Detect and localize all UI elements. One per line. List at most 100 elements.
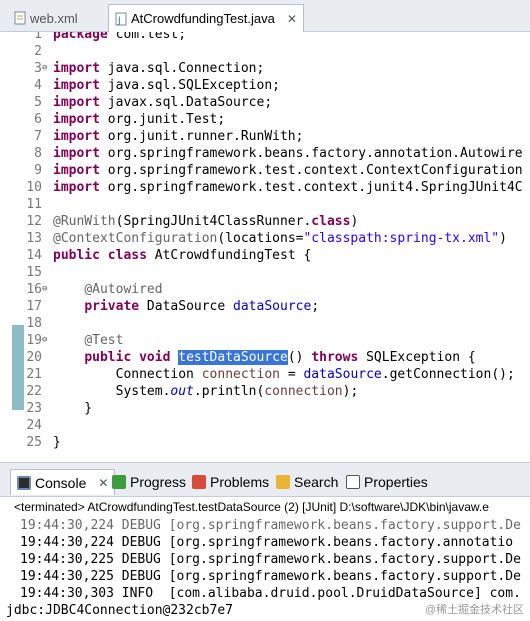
code-line[interactable]: 9 import org.springframework.test.context… <box>0 162 530 179</box>
line-number: 24 <box>26 418 42 433</box>
tab-progress[interactable]: Progress <box>112 469 186 495</box>
line-number: 6 <box>34 112 42 127</box>
console-status: <terminated> AtCrowdfundingTest.testData… <box>14 500 489 514</box>
line-number: 19 <box>26 333 42 348</box>
line-number: 16 <box>26 282 42 297</box>
code-line[interactable]: 15 <box>0 264 530 281</box>
code-line[interactable]: 18 <box>0 315 530 332</box>
code-text: package com.test; <box>53 32 187 42</box>
close-icon[interactable]: ✕ <box>98 476 108 490</box>
code-line[interactable]: 10 import org.springframework.test.contex… <box>0 179 530 196</box>
fold-icon[interactable]: ⊖ <box>42 332 47 349</box>
code-line[interactable]: 20 public void testDataSource() throws S… <box>0 349 530 366</box>
code-text: @Test <box>84 333 124 348</box>
line-number: 18 <box>26 316 42 331</box>
line-number: 11 <box>26 197 42 212</box>
code-text: @RunWith(SpringJUnit4ClassRunner.class) <box>53 214 359 229</box>
line-number: 17 <box>26 299 42 314</box>
console-view: Console ✕ Progress Problems Search Prope… <box>0 462 530 621</box>
tab-atcrowdfundingtest-java[interactable]: J AtCrowdfundingTest.java ✕ <box>108 4 304 32</box>
console-icon <box>17 475 31 490</box>
code-line[interactable]: 23 } <box>0 400 530 417</box>
tab-label: Console <box>35 474 87 491</box>
tab-problems[interactable]: Problems <box>192 469 269 495</box>
console-line: 19:44:30,225 DEBUG [org.springframework.… <box>20 552 521 567</box>
search-icon <box>276 475 290 489</box>
line-number: 9 <box>34 163 42 178</box>
line-number: 25 <box>26 435 42 450</box>
code-line[interactable]: 6 import org.junit.Test; <box>0 111 530 128</box>
code-line[interactable]: 8 import org.springframework.beans.factor… <box>0 145 530 162</box>
code-text: import org.junit.runner.RunWith; <box>53 129 304 144</box>
code-line[interactable]: 12 @RunWith(SpringJUnit4ClassRunner.class… <box>0 213 530 230</box>
code-line[interactable]: 17 private DataSource dataSource; <box>0 298 530 315</box>
code-text: } <box>53 401 93 416</box>
problems-icon <box>192 475 206 489</box>
code-line[interactable]: 22 System.out.println(connection); <box>0 383 530 400</box>
code-text: Connection connection = dataSource.getCo… <box>53 367 515 382</box>
fold-icon[interactable]: ⊖ <box>42 281 47 298</box>
line-number: 12 <box>26 214 42 229</box>
line-number: 13 <box>26 231 42 246</box>
tab-label: Properties <box>364 474 428 490</box>
tab-label: Problems <box>210 474 270 490</box>
tab-label: Search <box>294 474 339 490</box>
code-line[interactable]: 21 Connection connection = dataSource.ge… <box>0 366 530 383</box>
console-line: 19:44:30,224 DEBUG [org.springframework.… <box>20 535 514 550</box>
tab-search[interactable]: Search <box>276 469 338 495</box>
code-text: import org.springframework.test.context.… <box>53 180 523 195</box>
code-editor[interactable]: 1 package com.test; 2 3 ⊖ import java.sql.Con… <box>0 32 530 462</box>
close-icon[interactable]: ✕ <box>287 12 297 26</box>
xml-file-icon <box>14 11 26 25</box>
code-text: import java.sql.Connection; <box>53 61 265 76</box>
line-number: 21 <box>26 367 42 382</box>
tab-label: web.xml <box>30 10 78 26</box>
tab-label: AtCrowdfundingTest.java <box>131 11 275 26</box>
tab-console[interactable]: Console ✕ <box>10 469 116 495</box>
line-number: 7 <box>34 129 42 144</box>
code-text: import org.junit.Test; <box>53 112 226 127</box>
tab-web-xml[interactable]: web.xml <box>8 4 84 32</box>
line-number: 3 <box>34 61 42 76</box>
code-line[interactable]: 16 ⊖ @Autowired <box>0 281 530 298</box>
code-text: public class AtCrowdfundingTest { <box>53 248 312 263</box>
editor-tab-bar: web.xml J AtCrowdfundingTest.java ✕ <box>0 0 530 32</box>
code-text: System.out.println(connection); <box>53 384 359 399</box>
line-number: 4 <box>34 78 42 93</box>
code-line[interactable]: 7 import org.junit.runner.RunWith; <box>0 128 530 145</box>
java-file-icon: J <box>115 12 127 26</box>
line-number: 2 <box>34 44 42 59</box>
line-number: 5 <box>34 95 42 110</box>
console-line: 19:44:30,225 DEBUG [org.springframework.… <box>20 569 521 584</box>
code-text: import javax.sql.DataSource; <box>53 95 273 110</box>
line-number: 8 <box>34 146 42 161</box>
tab-properties[interactable]: Properties <box>346 469 428 495</box>
line-number: 20 <box>26 350 42 365</box>
code-line[interactable]: 13 @ContextConfiguration(locations="class… <box>0 230 530 247</box>
line-number: 1 <box>34 32 42 42</box>
code-line[interactable]: 3 ⊖ import java.sql.Connection; <box>0 60 530 77</box>
line-number: 23 <box>26 401 42 416</box>
code-line[interactable]: 24 <box>0 417 530 434</box>
code-line[interactable]: 25} <box>0 434 530 451</box>
code-line[interactable]: 14 public class AtCrowdfundingTest { <box>0 247 530 264</box>
code-text: import java.sql.SQLException; <box>53 78 280 93</box>
code-text: import org.springframework.beans.factory… <box>53 146 523 161</box>
line-number: 15 <box>26 265 42 280</box>
code-line[interactable]: 2 <box>0 43 530 60</box>
code-line[interactable]: 5 import javax.sql.DataSource; <box>0 94 530 111</box>
console-line: 19:44:30,224 DEBUG [org.springframework.… <box>20 518 521 533</box>
code-line[interactable]: 19 ⊖ @Test <box>0 332 530 349</box>
line-number: 22 <box>26 384 42 399</box>
fold-icon[interactable]: ⊖ <box>42 60 47 77</box>
code-line[interactable]: 11 <box>0 196 530 213</box>
code-line[interactable]: 4 import java.sql.SQLException; <box>0 77 530 94</box>
watermark: @稀土掘金技术社区 <box>424 604 524 616</box>
code-text: @ContextConfiguration(locations="classpa… <box>53 231 507 246</box>
svg-text:J: J <box>117 16 121 26</box>
line-number: 14 <box>26 248 42 263</box>
code-text: @Autowired <box>84 282 163 297</box>
progress-icon <box>112 475 126 489</box>
code-line[interactable]: 1 package com.test; <box>0 32 530 43</box>
code-text: public void testDataSource() throws SQLE… <box>84 350 476 365</box>
